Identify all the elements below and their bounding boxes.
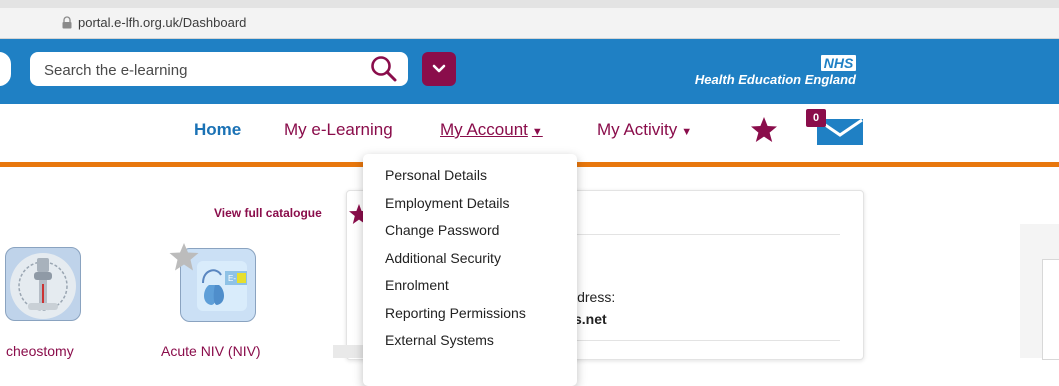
menu-item-change-password[interactable]: Change Password <box>385 222 499 238</box>
chevron-down-icon <box>432 64 446 73</box>
nav-my-account-label: My Account <box>440 120 528 139</box>
search-icon[interactable] <box>369 55 399 83</box>
star-icon[interactable] <box>749 116 779 144</box>
view-catalogue-link[interactable]: View full catalogue <box>214 206 322 220</box>
nav-my-activity-label: My Activity <box>597 120 678 139</box>
nav-my-account[interactable]: My Account ▼ <box>440 120 543 140</box>
search-options-button[interactable] <box>422 52 456 86</box>
url-text[interactable]: portal.e-lfh.org.uk/Dashboard <box>78 15 246 30</box>
menu-item-additional-security[interactable]: Additional Security <box>385 250 501 266</box>
course-label-tracheostomy[interactable]: cheostomy <box>6 343 74 359</box>
menu-item-personal-details[interactable]: Personal Details <box>385 167 487 183</box>
divider <box>570 340 840 341</box>
divider <box>570 234 840 235</box>
svg-text:E-: E- <box>228 274 236 283</box>
address-value: s.net <box>574 311 607 327</box>
favourite-star-icon[interactable] <box>168 242 200 272</box>
menu-item-enrolment[interactable]: Enrolment <box>385 277 449 293</box>
search-input[interactable] <box>44 59 344 81</box>
side-panel-card <box>1042 259 1059 360</box>
course-label-acute-niv[interactable]: Acute NIV (NIV) <box>161 343 261 359</box>
menu-item-external-systems[interactable]: External Systems <box>385 332 494 348</box>
address-label: ldress: <box>574 289 616 305</box>
nav-my-elearning[interactable]: My e-Learning <box>284 120 393 140</box>
nav-home[interactable]: Home <box>194 120 241 140</box>
menu-item-employment-details[interactable]: Employment Details <box>385 195 510 211</box>
caret-down-icon: ▼ <box>681 126 693 138</box>
caret-down-icon: ▼ <box>531 126 543 138</box>
course-tile-tracheostomy[interactable] <box>5 247 81 321</box>
menu-item-reporting-permissions[interactable]: Reporting Permissions <box>385 305 526 321</box>
lock-icon <box>62 16 72 29</box>
mail-count-badge: 0 <box>806 109 826 127</box>
browser-top-bar <box>0 0 1059 8</box>
nhs-logo: NHS <box>821 55 856 71</box>
my-account-dropdown <box>363 154 577 386</box>
org-name: Health Education England <box>694 72 856 87</box>
nav-my-activity[interactable]: My Activity ▼ <box>597 120 692 140</box>
tracheostomy-icon <box>10 253 76 319</box>
